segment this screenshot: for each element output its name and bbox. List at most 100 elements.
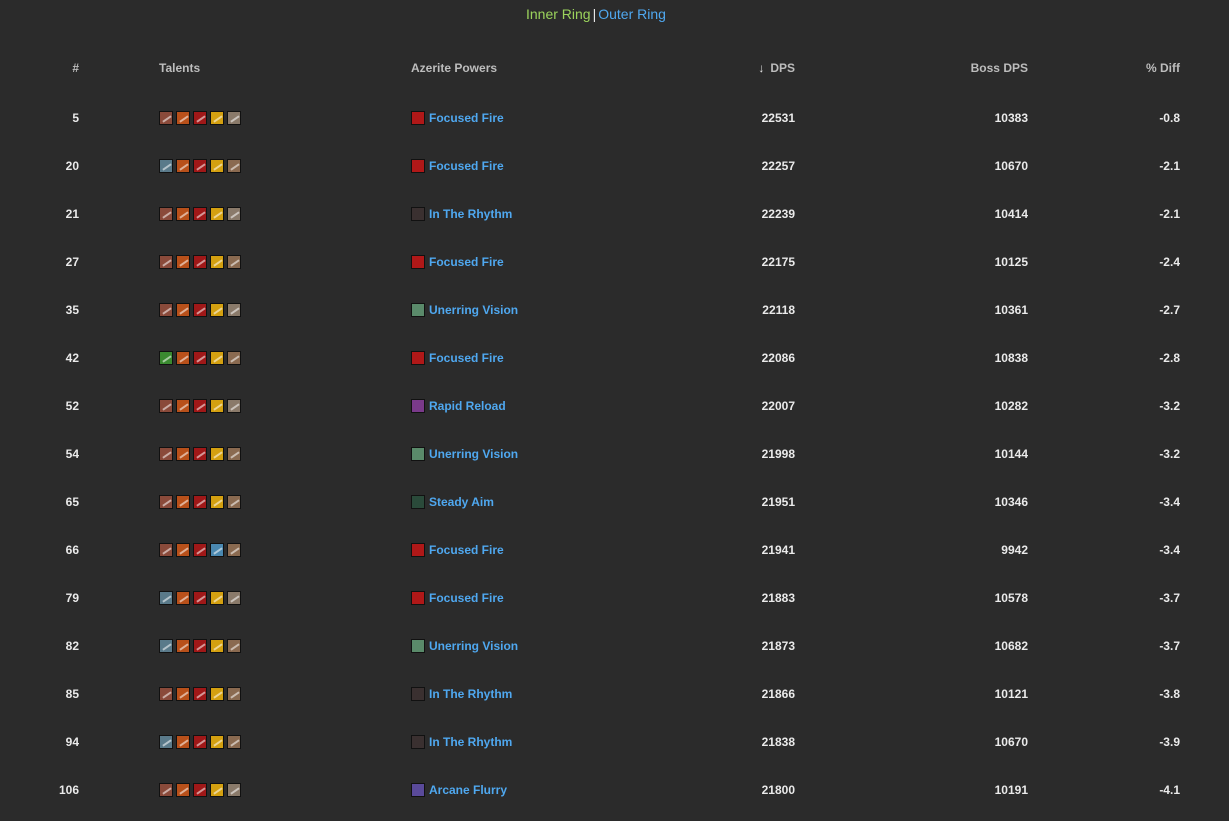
careful-aim-icon[interactable] (159, 303, 173, 317)
lock-and-load-icon[interactable] (210, 111, 224, 125)
careful-aim-icon[interactable] (159, 255, 173, 269)
steady-focus-icon[interactable] (193, 255, 207, 269)
lethal-shots-icon[interactable] (227, 543, 241, 557)
azerite-power-link[interactable]: In The Rhythm (429, 735, 512, 749)
lock-and-load-icon[interactable] (210, 687, 224, 701)
calling-the-shots-icon[interactable] (227, 399, 241, 413)
steady-focus-icon[interactable] (193, 351, 207, 365)
careful-aim-icon[interactable] (159, 495, 173, 509)
lock-and-load-icon[interactable] (210, 735, 224, 749)
barrage-icon[interactable] (176, 111, 190, 125)
steady-focus-icon[interactable] (193, 159, 207, 173)
azerite-power-link[interactable]: Rapid Reload (429, 399, 506, 413)
barrage-icon[interactable] (176, 255, 190, 269)
calling-the-shots-icon[interactable] (227, 591, 241, 605)
serpent-sting-icon[interactable] (159, 159, 173, 173)
lock-and-load-icon[interactable] (210, 255, 224, 269)
calling-the-shots-icon[interactable] (227, 111, 241, 125)
lethal-shots-icon[interactable] (227, 687, 241, 701)
header-azerite-powers[interactable]: Azerite Powers (411, 58, 497, 78)
lock-and-load-icon[interactable] (210, 207, 224, 221)
careful-aim-icon[interactable] (159, 399, 173, 413)
careful-aim-icon[interactable] (159, 687, 173, 701)
lethal-shots-icon[interactable] (227, 495, 241, 509)
steady-focus-icon[interactable] (193, 639, 207, 653)
azerite-power-cell: Focused Fire (411, 588, 504, 608)
header-dps[interactable]: ↓ DPS (758, 58, 795, 78)
lethal-shots-icon[interactable] (227, 447, 241, 461)
steady-focus-icon[interactable] (193, 735, 207, 749)
barrage-icon[interactable] (176, 591, 190, 605)
barrage-icon[interactable] (176, 735, 190, 749)
inner-ring-link[interactable]: Inner Ring (526, 6, 591, 22)
header-boss-dps[interactable]: Boss DPS (971, 58, 1028, 78)
barrage-icon[interactable] (176, 687, 190, 701)
azerite-power-link[interactable]: Focused Fire (429, 351, 504, 365)
outer-ring-link[interactable]: Outer Ring (598, 6, 666, 22)
azerite-power-link[interactable]: Unerring Vision (429, 447, 518, 461)
lock-and-load-icon[interactable] (210, 495, 224, 509)
steady-focus-icon[interactable] (193, 207, 207, 221)
header-talents[interactable]: Talents (159, 58, 200, 78)
lethal-shots-icon[interactable] (227, 639, 241, 653)
azerite-power-link[interactable]: Unerring Vision (429, 303, 518, 317)
master-marksman-icon[interactable] (159, 351, 173, 365)
barrage-icon[interactable] (176, 207, 190, 221)
azerite-power-link[interactable]: Focused Fire (429, 255, 504, 269)
steady-focus-icon[interactable] (193, 303, 207, 317)
azerite-power-link[interactable]: In The Rhythm (429, 207, 512, 221)
azerite-power-link[interactable]: Focused Fire (429, 159, 504, 173)
azerite-power-link[interactable]: Focused Fire (429, 591, 504, 605)
lock-and-load-icon[interactable] (210, 447, 224, 461)
calling-the-shots-icon[interactable] (227, 207, 241, 221)
azerite-power-link[interactable]: Arcane Flurry (429, 783, 507, 797)
steady-focus-icon[interactable] (193, 111, 207, 125)
barrage-icon[interactable] (176, 447, 190, 461)
lock-and-load-icon[interactable] (210, 639, 224, 653)
steady-focus-icon[interactable] (193, 783, 207, 797)
lethal-shots-icon[interactable] (227, 159, 241, 173)
header-rank[interactable]: # (72, 58, 79, 78)
careful-aim-icon[interactable] (159, 207, 173, 221)
lock-and-load-icon[interactable] (210, 591, 224, 605)
steady-focus-icon[interactable] (193, 399, 207, 413)
lock-and-load-icon[interactable] (210, 783, 224, 797)
barrage-icon[interactable] (176, 639, 190, 653)
azerite-power-link[interactable]: Focused Fire (429, 111, 504, 125)
lethal-shots-icon[interactable] (227, 735, 241, 749)
streamline-icon[interactable] (210, 543, 224, 557)
lethal-shots-icon[interactable] (227, 255, 241, 269)
careful-aim-icon[interactable] (159, 111, 173, 125)
header-percent-diff[interactable]: % Diff (1146, 58, 1180, 78)
lock-and-load-icon[interactable] (210, 159, 224, 173)
barrage-icon[interactable] (176, 543, 190, 557)
careful-aim-icon[interactable] (159, 783, 173, 797)
steady-focus-icon[interactable] (193, 687, 207, 701)
barrage-icon[interactable] (176, 495, 190, 509)
lethal-shots-icon[interactable] (227, 351, 241, 365)
azerite-power-link[interactable]: Unerring Vision (429, 639, 518, 653)
steady-focus-icon[interactable] (193, 495, 207, 509)
serpent-sting-icon[interactable] (159, 735, 173, 749)
steady-focus-icon[interactable] (193, 447, 207, 461)
serpent-sting-icon[interactable] (159, 639, 173, 653)
azerite-power-link[interactable]: Steady Aim (429, 495, 494, 509)
lock-and-load-icon[interactable] (210, 399, 224, 413)
lock-and-load-icon[interactable] (210, 351, 224, 365)
azerite-power-link[interactable]: Focused Fire (429, 543, 504, 557)
lock-and-load-icon[interactable] (210, 303, 224, 317)
barrage-icon[interactable] (176, 399, 190, 413)
azerite-power-link[interactable]: In The Rhythm (429, 687, 512, 701)
careful-aim-icon[interactable] (159, 543, 173, 557)
barrage-icon[interactable] (176, 159, 190, 173)
serpent-sting-icon[interactable] (159, 591, 173, 605)
steady-focus-icon[interactable] (193, 543, 207, 557)
careful-aim-icon[interactable] (159, 447, 173, 461)
barrage-icon[interactable] (176, 783, 190, 797)
calling-the-shots-icon[interactable] (227, 783, 241, 797)
dps-cell: 21800 (761, 783, 795, 797)
barrage-icon[interactable] (176, 303, 190, 317)
calling-the-shots-icon[interactable] (227, 303, 241, 317)
barrage-icon[interactable] (176, 351, 190, 365)
steady-focus-icon[interactable] (193, 591, 207, 605)
